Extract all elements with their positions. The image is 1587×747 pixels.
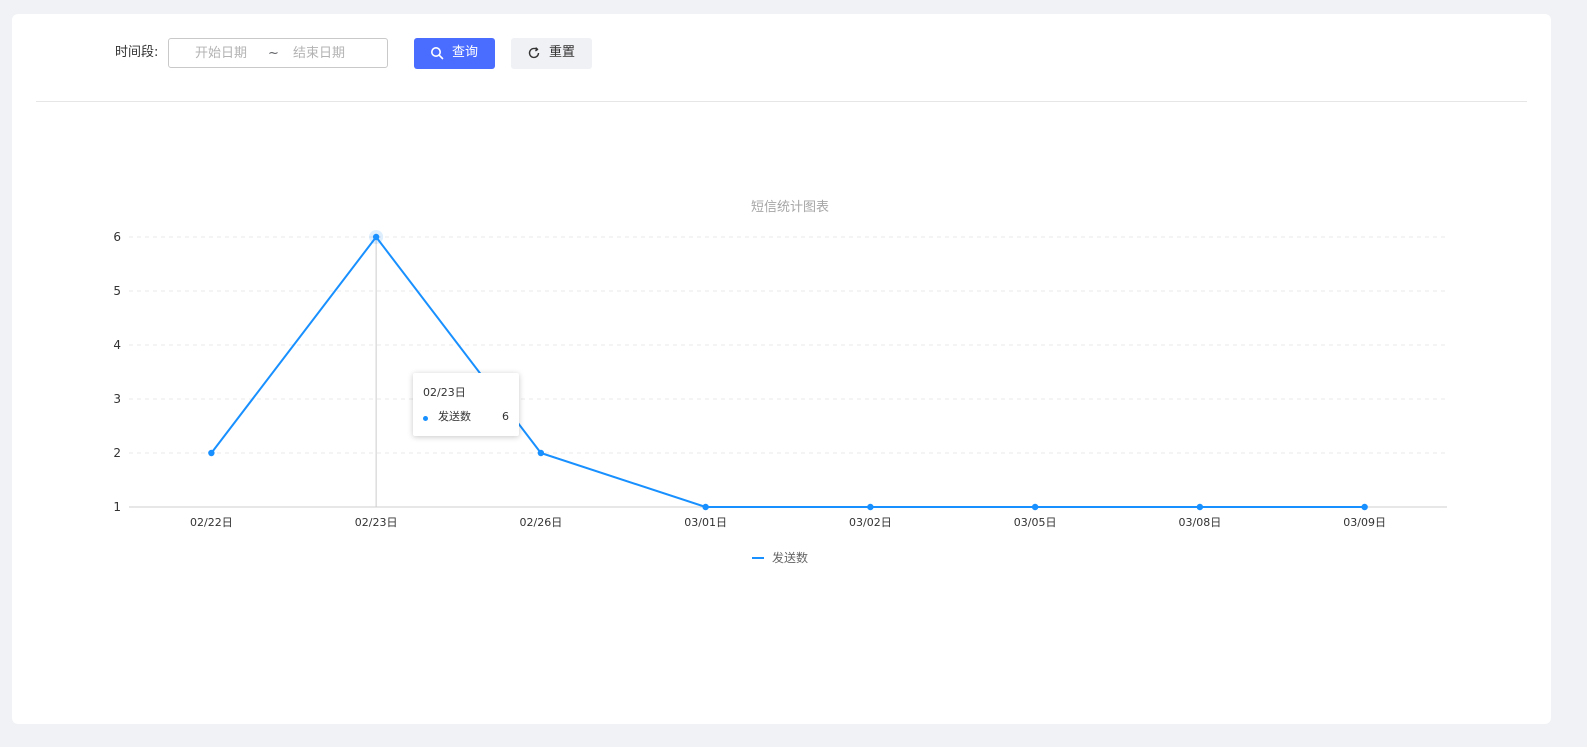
x-tick-label: 02/23日 bbox=[355, 516, 398, 529]
y-tick-label: 2 bbox=[113, 446, 121, 460]
data-point[interactable] bbox=[702, 503, 709, 511]
sms-stats-chart: 短信统计图表 1 2 3 4 5 6 02/22日 02/23日 02/26日 03/01日 03/… bbox=[113, 200, 1447, 565]
tooltip-title: 02/23日 bbox=[423, 386, 466, 399]
data-point[interactable] bbox=[1196, 503, 1204, 511]
series-line-path bbox=[210, 235, 1365, 508]
data-point[interactable] bbox=[537, 449, 545, 457]
data-point[interactable] bbox=[208, 449, 215, 457]
x-tick-label: 03/09日 bbox=[1343, 516, 1386, 529]
tooltip-series-marker bbox=[423, 416, 428, 421]
y-tick-label: 6 bbox=[113, 230, 121, 244]
x-tick-label: 03/08日 bbox=[1179, 516, 1222, 529]
data-point[interactable] bbox=[372, 233, 380, 241]
series-line bbox=[208, 230, 1368, 511]
axes: 1 2 3 4 5 6 02/22日 02/23日 02/26日 03/01日 03/02日 03/0… bbox=[113, 230, 1447, 529]
chart-title: 短信统计图表 bbox=[751, 200, 829, 215]
data-point[interactable] bbox=[1031, 503, 1039, 511]
y-tick-label: 3 bbox=[113, 392, 121, 406]
data-point[interactable] bbox=[867, 503, 874, 511]
legend-label[interactable]: 发送数 bbox=[772, 550, 808, 565]
y-tick-label: 4 bbox=[113, 338, 121, 352]
data-point[interactable] bbox=[1361, 503, 1368, 511]
chart-tooltip: 02/23日 发送数 6 bbox=[413, 373, 519, 436]
x-tick-label: 03/02日 bbox=[849, 516, 892, 529]
y-tick-label: 5 bbox=[113, 284, 121, 298]
x-tick-label: 02/26日 bbox=[520, 516, 563, 529]
tooltip-series-name: 发送数 bbox=[438, 410, 471, 423]
x-tick-label: 03/05日 bbox=[1014, 516, 1057, 529]
x-tick-label: 03/01日 bbox=[684, 516, 727, 529]
tooltip-value: 6 bbox=[502, 410, 509, 423]
legend[interactable]: 发送数 bbox=[752, 550, 808, 565]
x-tick-label: 02/22日 bbox=[190, 516, 233, 529]
grid-lines bbox=[129, 236, 1447, 454]
y-tick-label: 1 bbox=[113, 500, 121, 514]
